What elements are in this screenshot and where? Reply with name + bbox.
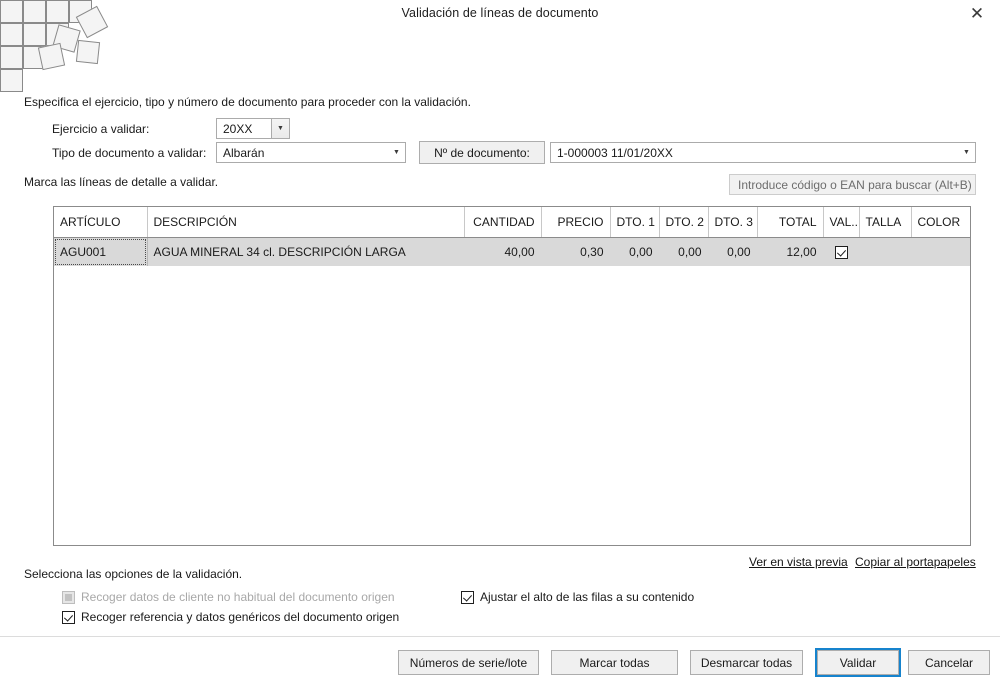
cell-dto-1[interactable]: 0,00 (610, 237, 660, 266)
cell-total[interactable]: 12,00 (757, 237, 824, 266)
option-client-data: Recoger datos de cliente no habitual del… (62, 590, 395, 604)
validate-button[interactable]: Validar (817, 650, 899, 675)
col-articulo[interactable]: ARTÍCULO (54, 207, 148, 238)
chevron-down-icon: ▼ (271, 119, 289, 138)
cell-cantidad[interactable]: 40,00 (464, 237, 542, 266)
unmark-all-button[interactable]: Desmarcar todas (690, 650, 803, 675)
option-row-height[interactable]: Ajustar el alto de las filas a su conten… (461, 590, 694, 604)
docnum-value: 1-000003 11/01/20XX (557, 145, 673, 160)
cell-talla[interactable] (859, 237, 912, 266)
table-header-row: ARTÍCULO DESCRIPCIÓN CANTIDAD PRECIO DTO… (54, 207, 970, 238)
doctype-combo[interactable]: Albarán ▼ (216, 142, 406, 163)
col-dto-1[interactable]: DTO. 1 (610, 207, 660, 238)
instruction-options: Selecciona las opciones de la validación… (24, 567, 243, 581)
serial-numbers-button[interactable]: Números de serie/lote (398, 650, 539, 675)
option-row-height-label: Ajustar el alto de las filas a su conten… (480, 590, 695, 604)
mark-all-button[interactable]: Marcar todas (551, 650, 678, 675)
docnum-label: Nº de documento: (434, 145, 530, 160)
cell-articulo[interactable]: AGU001 (54, 237, 148, 266)
row-validated-checkbox[interactable] (834, 246, 848, 260)
docnum-label-button[interactable]: Nº de documento: (419, 141, 545, 164)
close-icon[interactable]: ✕ (954, 0, 1000, 29)
page-title: Validación de líneas de documento (401, 6, 599, 20)
chevron-down-icon: ▼ (393, 149, 400, 156)
col-precio[interactable]: PRECIO (541, 207, 611, 238)
option-reference-data-label: Recoger referencia y datos genéricos del… (81, 610, 400, 624)
option-client-data-label: Recoger datos de cliente no habitual del… (81, 590, 395, 604)
cell-dto-3[interactable]: 0,00 (708, 237, 758, 266)
exercise-value: 20XX (223, 121, 253, 136)
col-val[interactable]: VAL... (823, 207, 860, 238)
col-descripcion[interactable]: DESCRIPCIÓN (147, 207, 465, 238)
instruction-lines: Marca las líneas de detalle a validar. (24, 175, 219, 189)
col-dto-2[interactable]: DTO. 2 (659, 207, 709, 238)
doctype-label: Tipo de documento a validar: (52, 146, 207, 160)
cell-color[interactable] (911, 237, 970, 266)
checkbox-reference-data[interactable] (62, 610, 75, 624)
chevron-down-icon: ▼ (963, 149, 970, 156)
col-color[interactable]: COLOR (911, 207, 970, 238)
col-talla[interactable]: TALLA (859, 207, 912, 238)
exercise-combo[interactable]: 20XX ▼ (216, 118, 290, 139)
cell-descripcion[interactable]: AGUA MINERAL 34 cl. DESCRIPCIÓN LARGA (147, 237, 465, 266)
exercise-label: Ejercicio a validar: (52, 122, 150, 136)
cell-dto-2[interactable]: 0,00 (659, 237, 709, 266)
title-bar: Validación de líneas de documento ✕ (0, 0, 1000, 92)
preview-link[interactable]: Ver en vista previa (749, 555, 848, 569)
checkbox-row-height[interactable] (461, 590, 474, 604)
instruction-top: Especifica el ejercicio, tipo y número d… (24, 95, 471, 109)
col-dto-3[interactable]: DTO. 3 (708, 207, 758, 238)
table-row[interactable]: AGU001 AGUA MINERAL 34 cl. DESCRIPCIÓN L… (54, 237, 970, 266)
doctype-value: Albarán (223, 145, 265, 160)
search-input[interactable]: Introduce código o EAN para buscar (Alt+… (729, 174, 976, 195)
checkbox-client-data (62, 590, 75, 604)
lines-grid[interactable]: ARTÍCULO DESCRIPCIÓN CANTIDAD PRECIO DTO… (53, 206, 971, 546)
cell-val[interactable] (823, 237, 860, 266)
search-placeholder: Introduce código o EAN para buscar (Alt+… (738, 177, 972, 192)
footer-bar: Números de serie/lote Marcar todas Desma… (0, 637, 1000, 682)
cell-precio[interactable]: 0,30 (541, 237, 611, 266)
cancel-button[interactable]: Cancelar (908, 650, 990, 675)
clipboard-link[interactable]: Copiar al portapapeles (855, 555, 976, 569)
lines-table: ARTÍCULO DESCRIPCIÓN CANTIDAD PRECIO DTO… (54, 207, 970, 266)
col-cantidad[interactable]: CANTIDAD (464, 207, 542, 238)
option-reference-data[interactable]: Recoger referencia y datos genéricos del… (62, 610, 399, 624)
col-total[interactable]: TOTAL (757, 207, 824, 238)
docnum-combo[interactable]: 1-000003 11/01/20XX ▼ (550, 142, 976, 163)
